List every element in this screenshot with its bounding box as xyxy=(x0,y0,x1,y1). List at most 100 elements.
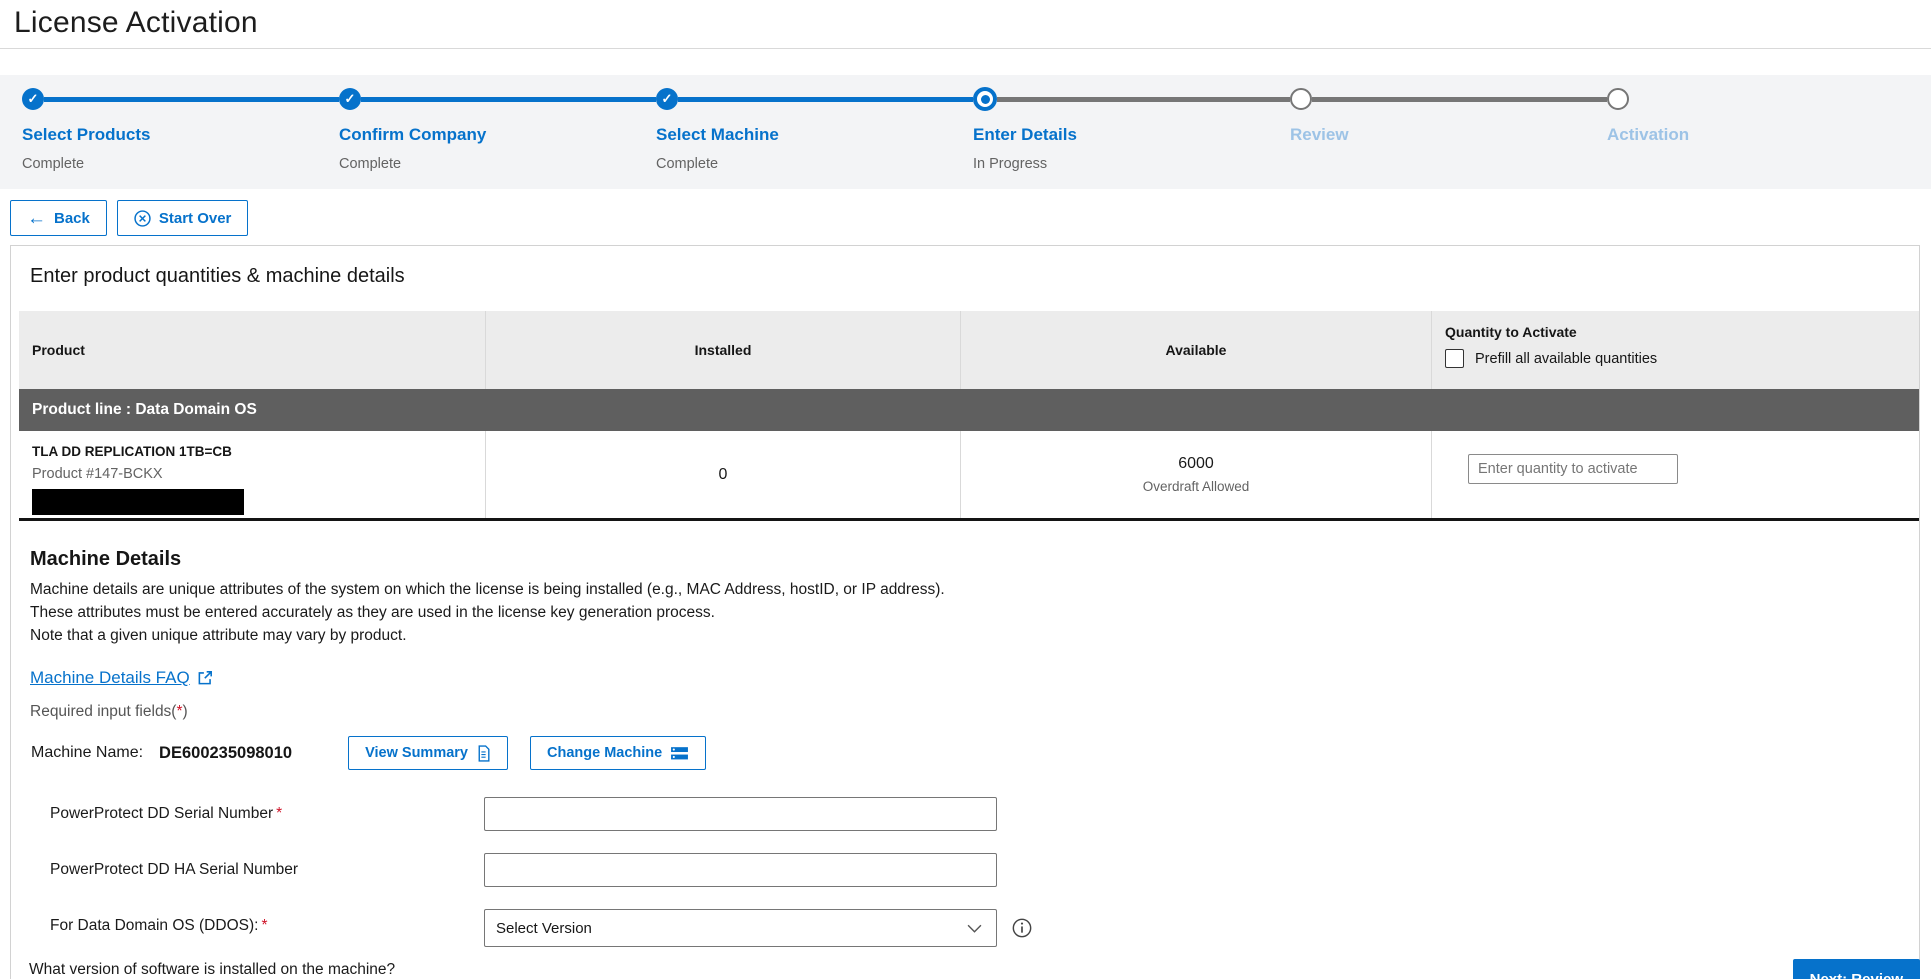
machine-details-heading: Machine Details xyxy=(30,548,1919,571)
step-select-products[interactable]: ✓ Select Products Complete xyxy=(22,87,339,173)
step-review: Review xyxy=(1290,87,1607,173)
select-value: Select Version xyxy=(496,920,592,937)
quantities-heading: Enter product quantities & machine detai… xyxy=(30,265,1919,288)
ddos-version-label: For Data Domain OS (DDOS):* xyxy=(11,909,484,935)
prefill-checkbox[interactable] xyxy=(1445,349,1464,368)
overdraft-note: Overdraft Allowed xyxy=(1143,479,1250,494)
change-machine-button[interactable]: Change Machine xyxy=(530,736,706,770)
step-connector xyxy=(678,97,973,102)
back-button[interactable]: ← Back xyxy=(10,200,107,236)
step-status xyxy=(1290,156,1607,173)
step-connector xyxy=(44,97,339,102)
installed-cell: 0 xyxy=(485,431,960,518)
step-future-icon xyxy=(1290,88,1312,110)
required-note-text: Required input fields( xyxy=(30,703,176,720)
dd-serial-label: PowerProtect DD Serial Number* xyxy=(11,797,484,823)
next-review-button[interactable]: Next: Review xyxy=(1793,959,1920,979)
document-icon xyxy=(476,745,491,762)
product-line-band: Product line : Data Domain OS xyxy=(19,389,1919,431)
step-activation: Activation xyxy=(1607,87,1924,173)
prefill-row: Prefill all available quantities xyxy=(1445,349,1919,368)
step-select-machine[interactable]: ✓ Select Machine Complete xyxy=(656,87,973,173)
step-status: Complete xyxy=(22,156,339,173)
step-label: Confirm Company xyxy=(339,125,656,145)
description-line: These attributes must be entered accurat… xyxy=(30,601,1919,624)
step-status: In Progress xyxy=(973,156,1290,173)
faq-row: Machine Details FAQ xyxy=(30,668,1919,688)
table-header: Product Installed Available Quantity to … xyxy=(19,311,1919,389)
col-available: Available xyxy=(960,311,1431,389)
dd-serial-input[interactable] xyxy=(484,797,997,831)
step-connector xyxy=(361,97,656,102)
check-icon: ✓ xyxy=(28,91,39,107)
step-status: Complete xyxy=(339,156,656,173)
required-note-close: ) xyxy=(183,703,188,720)
start-over-button[interactable]: Start Over xyxy=(117,200,249,236)
step-complete-icon: ✓ xyxy=(339,88,361,110)
product-table: Product Installed Available Quantity to … xyxy=(19,311,1919,521)
ddos-version-control: Select Version xyxy=(484,909,1919,947)
required-asterisk: * xyxy=(261,917,267,934)
step-confirm-company[interactable]: ✓ Confirm Company Complete xyxy=(339,87,656,173)
back-button-label: Back xyxy=(54,210,90,227)
ddos-version-help: What version of software is installed on… xyxy=(11,947,484,979)
view-summary-button[interactable]: View Summary xyxy=(348,736,508,770)
quantity-input[interactable] xyxy=(1468,454,1678,484)
machine-details-faq-link[interactable]: Machine Details FAQ xyxy=(30,668,190,688)
dd-ha-serial-label: PowerProtect DD HA Serial Number xyxy=(11,853,484,879)
field-label-text: PowerProtect DD HA Serial Number xyxy=(50,861,298,878)
field-label-text: PowerProtect DD Serial Number xyxy=(50,805,273,822)
step-enter-details[interactable]: Enter Details In Progress xyxy=(973,87,1290,173)
field-label-text: For Data Domain OS (DDOS): xyxy=(50,917,258,934)
back-arrow-icon: ← xyxy=(27,209,46,228)
required-fields-note: Required input fields(*) xyxy=(30,703,1919,721)
dd-ha-serial-input[interactable] xyxy=(484,853,997,887)
change-machine-label: Change Machine xyxy=(547,745,662,761)
redacted-bar xyxy=(32,489,244,515)
form-row-ddos-version: For Data Domain OS (DDOS):* Select Versi… xyxy=(11,909,1919,979)
start-over-icon xyxy=(134,210,151,227)
step-label: Select Products xyxy=(22,125,339,145)
step-label: Select Machine xyxy=(656,125,973,145)
check-icon: ✓ xyxy=(662,91,673,107)
step-complete-icon: ✓ xyxy=(22,88,44,110)
form-row-dd-serial: PowerProtect DD Serial Number* xyxy=(11,797,1919,831)
page-title: License Activation xyxy=(14,6,1931,40)
toolbar: ← Back Start Over xyxy=(10,200,1931,236)
product-cell: TLA DD REPLICATION 1TB=CB Product #147-B… xyxy=(19,431,485,518)
step-future-icon xyxy=(1607,88,1629,110)
product-number: Product #147-BCKX xyxy=(32,466,485,482)
col-installed: Installed xyxy=(485,311,960,389)
chevron-down-icon xyxy=(967,924,982,933)
description-line: Machine details are unique attributes of… xyxy=(30,578,1919,601)
title-divider xyxy=(0,48,1931,49)
machine-details-form: PowerProtect DD Serial Number* PowerProt… xyxy=(11,797,1919,979)
content-panel: Enter product quantities & machine detai… xyxy=(10,245,1920,979)
step-label: Enter Details xyxy=(973,125,1290,145)
step-status xyxy=(1607,156,1924,173)
machine-name-value: DE600235098010 xyxy=(159,744,292,763)
table-row: TLA DD REPLICATION 1TB=CB Product #147-B… xyxy=(19,431,1919,521)
step-connector xyxy=(1312,97,1607,102)
license-activation-page: License Activation ✓ Select Products Com… xyxy=(0,0,1931,979)
step-connector xyxy=(997,97,1290,102)
required-asterisk: * xyxy=(276,805,282,822)
server-icon xyxy=(670,746,689,761)
machine-name-row: Machine Name: DE600235098010 View Summar… xyxy=(31,736,1919,770)
available-value: 6000 xyxy=(1178,455,1214,473)
col-quantity: Quantity to Activate Prefill all availab… xyxy=(1431,311,1919,389)
progress-stepper: ✓ Select Products Complete ✓ Confirm Com… xyxy=(0,75,1931,189)
ddos-version-select[interactable]: Select Version xyxy=(484,909,997,947)
step-complete-icon: ✓ xyxy=(656,88,678,110)
check-icon: ✓ xyxy=(345,91,356,107)
start-over-label: Start Over xyxy=(159,210,232,227)
current-dot xyxy=(981,95,990,104)
info-icon[interactable] xyxy=(1012,918,1032,938)
prefill-label: Prefill all available quantities xyxy=(1475,351,1657,367)
installed-value: 0 xyxy=(719,466,728,484)
step-status: Complete xyxy=(656,156,973,173)
step-current-icon xyxy=(973,87,997,111)
external-link-icon xyxy=(196,669,214,687)
available-cell: 6000 Overdraft Allowed xyxy=(960,431,1431,518)
product-name: TLA DD REPLICATION 1TB=CB xyxy=(32,444,485,459)
